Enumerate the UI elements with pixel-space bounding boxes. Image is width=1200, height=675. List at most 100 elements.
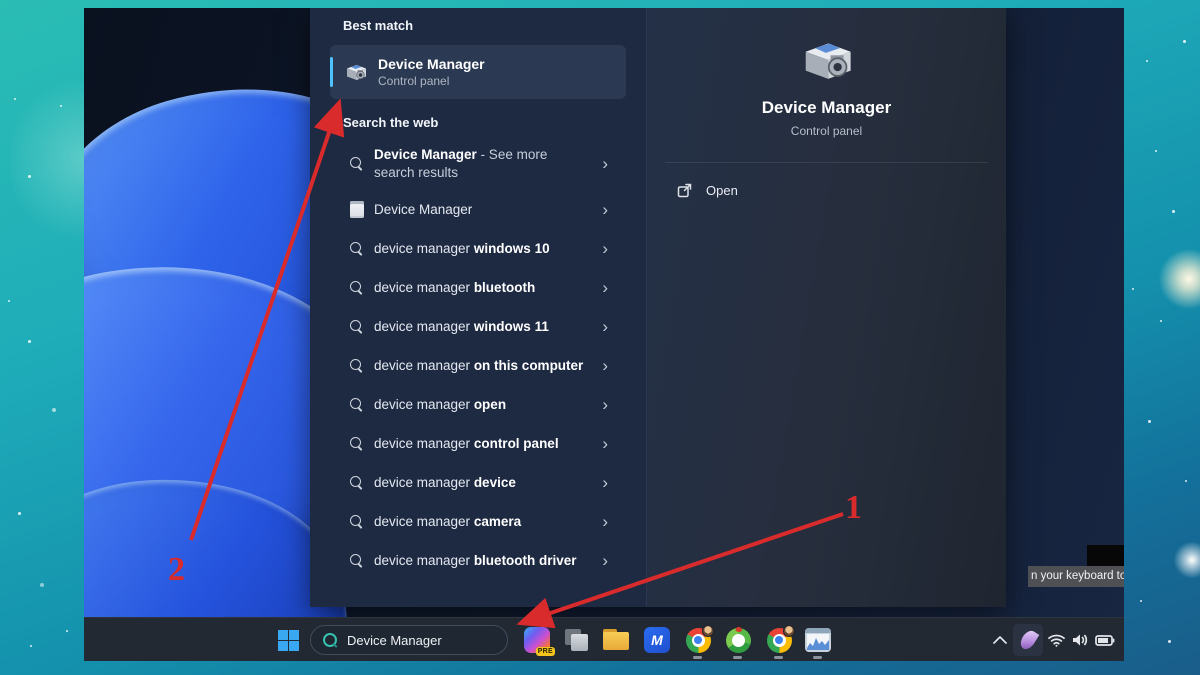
suggestion-text: Device Manager bbox=[374, 201, 472, 219]
chevron-up-icon bbox=[993, 636, 1007, 644]
battery-button[interactable] bbox=[1092, 624, 1118, 656]
search-icon bbox=[350, 437, 364, 451]
search-icon bbox=[350, 554, 364, 568]
detail-title: Device Manager bbox=[647, 98, 1006, 118]
copilot-button[interactable]: PRE bbox=[520, 624, 554, 656]
chrome-icon bbox=[767, 628, 792, 653]
battery-icon bbox=[1095, 635, 1115, 646]
suggestion-text: device manager bluetooth driver bbox=[374, 552, 577, 570]
stack-icon bbox=[563, 627, 589, 653]
chevron-right-icon: › bbox=[602, 551, 608, 571]
suggestion-text: device manager windows 11 bbox=[374, 318, 549, 336]
device-manager-icon-large bbox=[797, 34, 857, 86]
running-indicator bbox=[693, 656, 702, 659]
external-link-icon bbox=[677, 183, 692, 198]
running-indicator bbox=[733, 656, 742, 659]
taskbar: Device Manager PRE M bbox=[84, 617, 1124, 661]
search-results-column: Best match Device Manager Control panel … bbox=[310, 8, 647, 607]
chevron-right-icon: › bbox=[602, 356, 608, 376]
detail-divider bbox=[665, 162, 988, 163]
search-suggestion-row[interactable]: device manager control panel › bbox=[330, 424, 626, 463]
suggestion-text: device manager camera bbox=[374, 513, 521, 531]
suggestion-text: device manager bluetooth bbox=[374, 279, 535, 297]
stack-app-button[interactable] bbox=[559, 624, 593, 656]
best-match-title: Device Manager bbox=[378, 56, 485, 72]
volume-icon bbox=[1072, 633, 1088, 647]
search-suggestion-row[interactable]: device manager bluetooth driver › bbox=[330, 541, 626, 580]
open-label: Open bbox=[706, 183, 738, 198]
wifi-button[interactable] bbox=[1044, 624, 1068, 656]
chrome-profile1-button[interactable] bbox=[681, 624, 715, 656]
search-suggestion-row[interactable]: device manager open › bbox=[330, 385, 626, 424]
search-suggestion-row[interactable]: device manager on this computer › bbox=[330, 346, 626, 385]
m-app-button[interactable]: M bbox=[640, 624, 674, 656]
file-explorer-button[interactable] bbox=[599, 624, 633, 656]
taskbar-search-value: Device Manager bbox=[347, 633, 442, 648]
best-match-header: Best match bbox=[343, 18, 646, 33]
search-flyout-panel: Best match Device Manager Control panel … bbox=[310, 8, 1006, 607]
search-suggestion-row[interactable]: Device Manager › bbox=[330, 190, 626, 229]
start-button[interactable] bbox=[270, 622, 306, 658]
chrome-profile2-button[interactable] bbox=[762, 624, 796, 656]
tray-feather-button[interactable] bbox=[1013, 624, 1043, 656]
open-button[interactable]: Open bbox=[661, 175, 992, 206]
app-icon bbox=[350, 201, 364, 218]
chevron-right-icon: › bbox=[602, 278, 608, 298]
suggestion-text: device manager device bbox=[374, 474, 516, 492]
windows-screenshot: Best match Device Manager Control panel … bbox=[84, 8, 1124, 661]
search-web-header: Search the web bbox=[343, 115, 646, 130]
profile-avatar bbox=[783, 625, 795, 637]
best-match-subtitle: Control panel bbox=[378, 74, 485, 88]
volume-button[interactable] bbox=[1068, 624, 1092, 656]
search-suggestion-row[interactable]: device manager windows 11 › bbox=[330, 307, 626, 346]
search-icon bbox=[350, 281, 364, 295]
green-browser-button[interactable] bbox=[721, 624, 755, 656]
chrome-icon bbox=[686, 628, 711, 653]
clipped-window-fragment bbox=[1087, 545, 1124, 566]
suggestion-text: device manager control panel bbox=[374, 435, 559, 453]
taskbar-search-box[interactable]: Device Manager bbox=[310, 625, 508, 655]
search-icon bbox=[350, 320, 364, 334]
chevron-right-icon: › bbox=[602, 317, 608, 337]
chart-app-button[interactable] bbox=[801, 624, 835, 656]
wifi-icon bbox=[1048, 634, 1065, 647]
detail-subtitle: Control panel bbox=[647, 124, 1006, 138]
search-suggestion-row[interactable]: Device Manager - See more search results… bbox=[330, 138, 626, 190]
chevron-right-icon: › bbox=[602, 154, 608, 174]
star-glow-large bbox=[1156, 246, 1200, 312]
search-icon bbox=[350, 242, 364, 256]
result-detail-pane: Device Manager Control panel Open bbox=[647, 8, 1006, 607]
search-icon bbox=[323, 633, 338, 648]
best-match-result[interactable]: Device Manager Control panel bbox=[330, 45, 626, 99]
folder-icon bbox=[603, 629, 629, 651]
suggestion-text: device manager open bbox=[374, 396, 506, 414]
search-icon bbox=[350, 476, 364, 490]
search-suggestions-list: Device Manager - See more search results… bbox=[310, 138, 646, 580]
windows-logo-icon bbox=[278, 630, 299, 651]
copilot-icon: PRE bbox=[524, 627, 550, 653]
suggestion-text: Device Manager - See more search results bbox=[374, 146, 586, 182]
search-icon bbox=[350, 398, 364, 412]
suggestion-text: device manager on this computer bbox=[374, 357, 583, 375]
suggestion-text: device manager windows 10 bbox=[374, 240, 550, 258]
chevron-right-icon: › bbox=[602, 239, 608, 259]
search-suggestion-row[interactable]: device manager bluetooth › bbox=[330, 268, 626, 307]
chevron-right-icon: › bbox=[602, 395, 608, 415]
search-icon bbox=[350, 359, 364, 373]
search-suggestion-row[interactable]: device manager camera › bbox=[330, 502, 626, 541]
search-icon bbox=[350, 515, 364, 529]
search-suggestion-row[interactable]: device manager windows 10 › bbox=[330, 229, 626, 268]
tooltip-fragment: n your keyboard to t bbox=[1028, 566, 1124, 587]
chevron-right-icon: › bbox=[602, 200, 608, 220]
search-icon bbox=[350, 157, 364, 171]
search-suggestion-row[interactable]: device manager device › bbox=[330, 463, 626, 502]
chart-app-icon bbox=[805, 628, 831, 652]
chevron-right-icon: › bbox=[602, 512, 608, 532]
m-app-icon: M bbox=[644, 627, 670, 653]
star-glow-small bbox=[1172, 540, 1200, 580]
tray-chevron-button[interactable] bbox=[985, 624, 1015, 656]
profile-avatar bbox=[702, 625, 714, 637]
copilot-pre-badge: PRE bbox=[536, 647, 555, 656]
device-manager-icon bbox=[344, 61, 368, 83]
chevron-right-icon: › bbox=[602, 434, 608, 454]
